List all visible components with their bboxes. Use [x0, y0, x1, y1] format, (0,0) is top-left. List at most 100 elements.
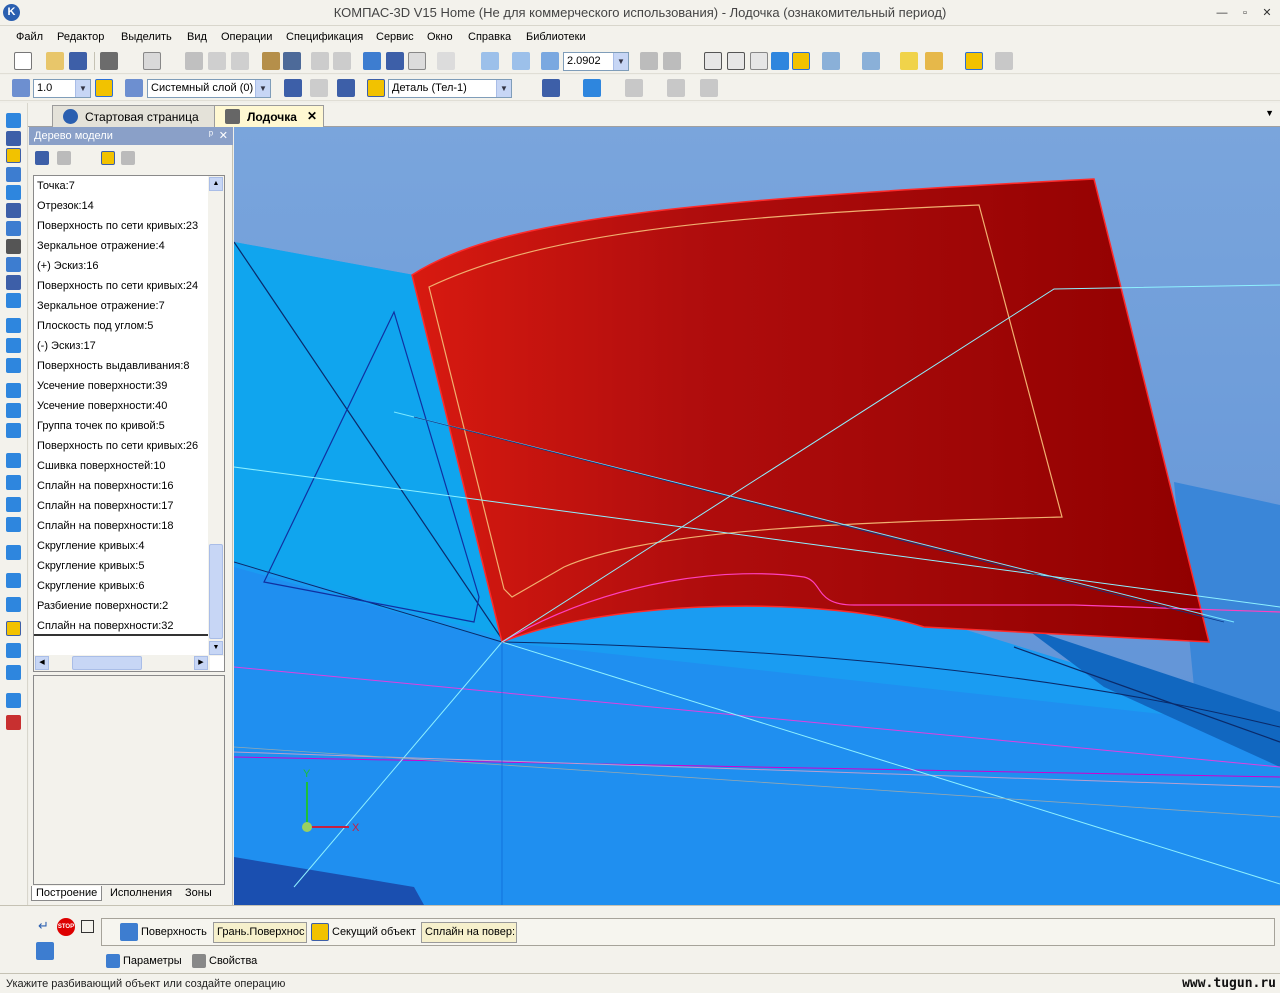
tree-horizontal-scrollbar[interactable]: ◀ ▶ — [34, 655, 210, 671]
scroll-thumb[interactable] — [209, 544, 223, 639]
spec-icon[interactable] — [6, 239, 21, 254]
grid-surface-icon[interactable] — [6, 475, 21, 490]
tab-parameters[interactable]: Параметры — [123, 955, 182, 967]
menu-libraries[interactable]: Библиотеки — [526, 31, 586, 43]
zoom-all-icon[interactable] — [512, 52, 530, 70]
surface-field[interactable]: Грань.Поверхнос — [213, 922, 307, 943]
layers-icon[interactable] — [125, 79, 143, 97]
tree-item[interactable]: Скругление кривых:5 — [34, 556, 210, 576]
join-surface-icon[interactable] — [6, 665, 21, 680]
tree-item[interactable]: Поверхность по сети кривых:26 — [34, 436, 210, 456]
measure-icon[interactable] — [625, 79, 643, 97]
tree-item[interactable]: Усечение поверхности:39 — [34, 376, 210, 396]
local-cs-icon[interactable] — [284, 79, 302, 97]
red-surface[interactable] — [411, 178, 1210, 644]
menu-specification[interactable]: Спецификация — [286, 31, 363, 43]
orientation-tool-icon[interactable] — [337, 79, 355, 97]
part-icon[interactable] — [367, 79, 385, 97]
tab-versions[interactable]: Исполнения — [106, 886, 176, 900]
stop-icon[interactable]: STOP — [57, 918, 75, 936]
part-combo[interactable]: Деталь (Тел-1) ▼ — [388, 79, 512, 98]
tab-lodochka[interactable]: Лодочка ✕ — [214, 105, 324, 127]
network-surface-icon[interactable] — [6, 403, 21, 418]
menu-editor[interactable]: Редактор — [57, 31, 104, 43]
ruled-surface-icon[interactable] — [6, 517, 21, 532]
chevron-down-icon[interactable]: ▼ — [75, 80, 90, 97]
tree-item[interactable]: Сплайн на поверхности:18 — [34, 516, 210, 536]
chevron-down-icon[interactable]: ▼ — [613, 53, 628, 70]
step-cursor-icon[interactable] — [12, 79, 30, 97]
save-icon[interactable] — [69, 52, 87, 70]
tree-item[interactable]: Сплайн на поверхности:32 — [34, 616, 210, 636]
display-style-icon[interactable] — [542, 79, 560, 97]
step-combo[interactable]: 1.0 ▼ — [33, 79, 91, 98]
tree-item[interactable]: Сплайн на поверхности:16 — [34, 476, 210, 496]
close-icon[interactable]: ✕ — [219, 129, 228, 142]
surfaces-icon[interactable] — [6, 148, 21, 163]
stitch-surface-icon[interactable] — [6, 597, 21, 612]
tree-item[interactable]: Группа точек по кривой:5 — [34, 416, 210, 436]
tree-item[interactable]: Поверхность по сети кривых:24 — [34, 276, 210, 296]
menu-select[interactable]: Выделить — [121, 31, 172, 43]
color-icon[interactable] — [925, 52, 943, 70]
tree-item[interactable]: Скругление кривых:6 — [34, 576, 210, 596]
scroll-left-icon[interactable]: ◀ — [35, 656, 49, 670]
panel-toggle-icon[interactable] — [995, 52, 1013, 70]
open-folder-icon[interactable] — [46, 52, 64, 70]
cutter-icon[interactable] — [311, 923, 329, 941]
tree-filter-icon[interactable] — [57, 151, 71, 165]
measure-tool-icon[interactable] — [6, 257, 21, 272]
format-brush-icon[interactable] — [262, 52, 280, 70]
loft-surface-icon[interactable] — [6, 383, 21, 398]
library-manager-icon[interactable] — [386, 52, 404, 70]
kinematic-surface-icon[interactable] — [6, 358, 21, 373]
menu-view[interactable]: Вид — [187, 31, 207, 43]
tree-structure-icon[interactable] — [35, 151, 49, 165]
tree-item[interactable]: Зеркальное отражение:4 — [34, 236, 210, 256]
new-file-icon[interactable] — [14, 52, 32, 70]
filter-tool-icon[interactable] — [6, 221, 21, 236]
mode-active-icon[interactable] — [965, 52, 983, 70]
cut-icon[interactable] — [185, 52, 203, 70]
rotate-icon[interactable] — [640, 52, 658, 70]
extend-surface-icon[interactable] — [6, 573, 21, 588]
section-icon[interactable] — [862, 52, 880, 70]
wireframe-icon[interactable] — [704, 52, 722, 70]
tree-item[interactable]: Разбиение поверхности:2 — [34, 596, 210, 616]
menu-operations[interactable]: Операции — [221, 31, 272, 43]
help-icon[interactable] — [36, 942, 54, 960]
solid-surface-icon[interactable] — [6, 693, 21, 708]
color-fill-icon[interactable] — [583, 79, 601, 97]
arrays-icon[interactable] — [6, 185, 21, 200]
zoom-scale-combo[interactable]: 2.0902 ▼ — [563, 52, 629, 71]
fill-surface-icon[interactable] — [6, 643, 21, 658]
diagnostics-icon[interactable] — [667, 79, 685, 97]
shaded-edges-icon[interactable] — [792, 52, 810, 70]
enter-icon[interactable]: ↵ — [38, 919, 52, 932]
tree-item[interactable]: (+) Эскиз:16 — [34, 256, 210, 276]
tree-item[interactable]: Сплайн на поверхности:17 — [34, 496, 210, 516]
tree-vertical-scrollbar[interactable]: ▲ ▼ — [208, 176, 224, 656]
edit-icon[interactable] — [6, 203, 21, 218]
offset-surface-icon[interactable] — [6, 497, 21, 512]
tree-item[interactable]: Зеркальное отражение:7 — [34, 296, 210, 316]
point-surface-icon[interactable] — [6, 453, 21, 468]
tree-item[interactable]: Поверхность выдавливания:8 — [34, 356, 210, 376]
tab-zones[interactable]: Зоны — [181, 886, 216, 900]
hidden-thin-icon[interactable] — [750, 52, 768, 70]
orientation-icon[interactable] — [663, 52, 681, 70]
split-surface-icon[interactable] — [6, 621, 21, 636]
paste-icon[interactable] — [231, 52, 249, 70]
tab-properties[interactable]: Свойства — [209, 955, 257, 967]
shaded-icon[interactable] — [771, 52, 789, 70]
copy-icon[interactable] — [208, 52, 226, 70]
pin-panel-icon[interactable] — [81, 920, 94, 933]
snap-icon[interactable] — [95, 79, 113, 97]
curves-icon[interactable] — [6, 131, 21, 146]
close-window-button[interactable]: ✕ — [1259, 6, 1275, 20]
undo-icon[interactable] — [311, 52, 329, 70]
tab-construction[interactable]: Построение — [31, 886, 103, 901]
3d-viewport[interactable]: X Y — [234, 127, 1280, 905]
print-icon[interactable] — [100, 52, 118, 70]
tab-start-page[interactable]: Стартовая страница — [52, 105, 220, 127]
